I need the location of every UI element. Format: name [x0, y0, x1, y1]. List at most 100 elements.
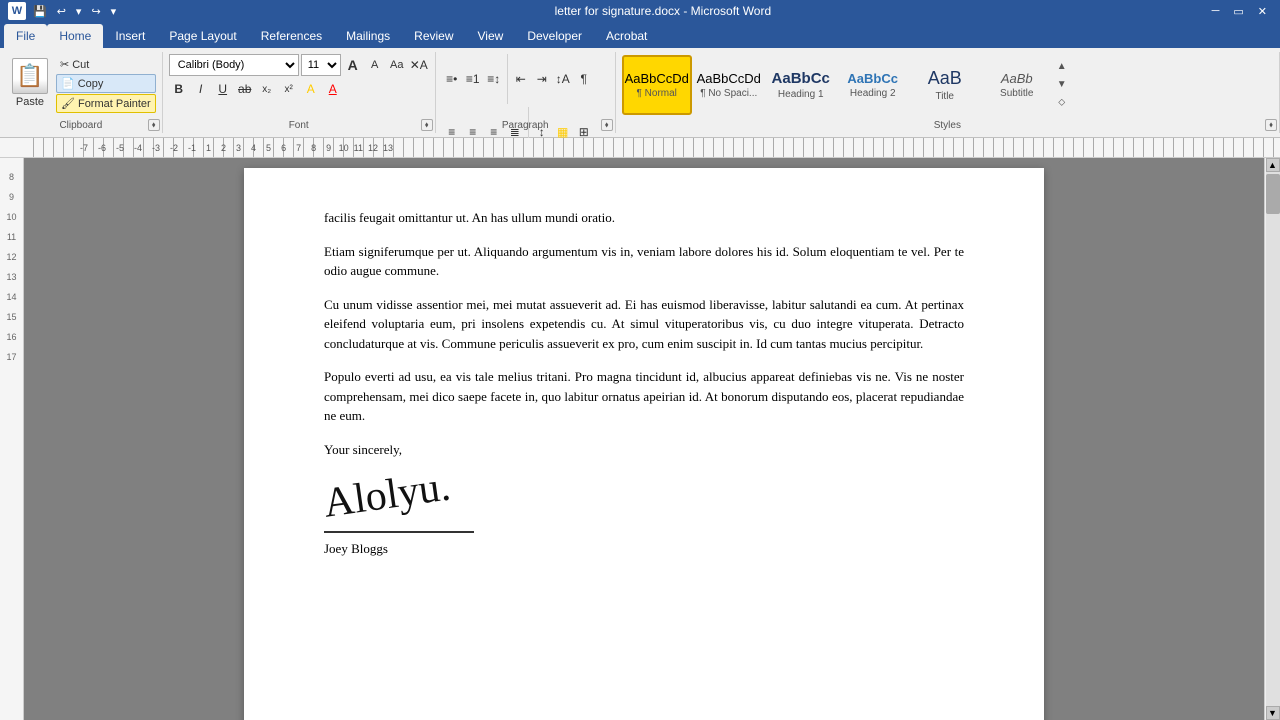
ruler-num-17: 17 — [0, 342, 23, 362]
signature-section: Alolyu. Joey Bloggs — [324, 475, 964, 559]
tab-file[interactable]: File — [4, 24, 47, 48]
ruler-num-16: 16 — [0, 322, 23, 342]
clipboard-group-label: Clipboard — [0, 120, 162, 131]
sort-button[interactable]: ↕A — [553, 69, 573, 89]
font-row-2: B I U ab x₂ x² A A — [169, 79, 429, 99]
ruler-num-10: 10 — [0, 202, 23, 222]
paragraph-1: facilis feugait omittantur ut. An has ul… — [324, 208, 964, 228]
undo-qat-button[interactable]: ↩ — [54, 5, 69, 18]
restore-button[interactable]: ▭ — [1228, 5, 1248, 18]
style-title-preview: AaB — [928, 68, 962, 89]
ribbon: 📋 Paste ✂ Cut 📄 Copy 🖌 Format Painter Cl… — [0, 48, 1280, 138]
paste-button[interactable]: 📋 Paste — [6, 54, 54, 115]
redo-qat-button[interactable]: ↪ — [88, 5, 103, 18]
minimize-button[interactable]: ─ — [1207, 5, 1225, 18]
vertical-ruler: 8 9 10 11 12 13 14 15 16 17 — [0, 158, 24, 720]
paste-label: Paste — [16, 96, 44, 108]
style-normal[interactable]: AaBbCcDd ¶ Normal — [622, 55, 692, 115]
style-no-spacing-preview: AaBbCcDd — [697, 71, 761, 86]
styles-scroll: ▲ ▼ ⬦ — [1054, 56, 1070, 114]
italic-button[interactable]: I — [191, 79, 211, 99]
signature-image: Alolyu. — [321, 466, 453, 525]
strikethrough-button[interactable]: ab — [235, 79, 255, 99]
paragraph-closing: Your sincerely, — [324, 440, 964, 460]
tab-page-layout[interactable]: Page Layout — [157, 24, 248, 48]
font-expand-button[interactable]: ⬧ — [421, 119, 433, 131]
change-case-button[interactable]: Aa — [387, 55, 407, 75]
paste-icon: 📋 — [12, 58, 48, 94]
save-qat-button[interactable]: 💾 — [30, 5, 50, 18]
paragraph-2: Etiam signiferumque per ut. Aliquando ar… — [324, 242, 964, 281]
style-heading1[interactable]: AaBbCc Heading 1 — [766, 55, 836, 115]
para-divider-1 — [507, 54, 508, 104]
decrease-indent-button[interactable]: ⇤ — [511, 69, 531, 89]
bullets-button[interactable]: ≡• — [442, 69, 462, 89]
tab-home[interactable]: Home — [47, 24, 103, 48]
numbering-button[interactable]: ≡1 — [463, 69, 483, 89]
tab-mailings[interactable]: Mailings — [334, 24, 402, 48]
style-heading2[interactable]: AaBbCc Heading 2 — [838, 55, 908, 115]
ruler-num-12: 12 — [0, 242, 23, 262]
styles-scroll-down-button[interactable]: ▼ — [1055, 76, 1069, 94]
signature-name: Joey Bloggs — [324, 539, 964, 559]
scroll-down-button[interactable]: ▼ — [1266, 706, 1280, 720]
font-family-select[interactable]: Calibri (Body) — [169, 54, 299, 76]
multilevel-list-button[interactable]: ≡↕ — [484, 69, 504, 89]
undo-dropdown-button[interactable]: ▾ — [73, 5, 85, 18]
style-normal-preview: AaBbCcDd — [625, 71, 689, 86]
font-color-button[interactable]: A — [323, 79, 343, 99]
show-formatting-button[interactable]: ¶ — [574, 69, 594, 89]
ruler-num-11: 11 — [0, 222, 23, 242]
styles-more-button[interactable]: ⬦ — [1055, 94, 1069, 112]
customize-qat-button[interactable]: ▾ — [108, 5, 120, 18]
scroll-up-button[interactable]: ▲ — [1266, 158, 1280, 172]
style-no-spacing[interactable]: AaBbCcDd ¶ No Spaci... — [694, 55, 764, 115]
clipboard-expand-button[interactable]: ⬧ — [148, 119, 160, 131]
tab-developer[interactable]: Developer — [515, 24, 594, 48]
copy-button[interactable]: 📄 Copy — [56, 74, 156, 93]
cut-button[interactable]: ✂ Cut — [56, 56, 156, 73]
bold-button[interactable]: B — [169, 79, 189, 99]
styles-scroll-up-button[interactable]: ▲ — [1055, 58, 1069, 76]
underline-button[interactable]: U — [213, 79, 233, 99]
paragraph-expand-button[interactable]: ⬧ — [601, 119, 613, 131]
style-no-spacing-label: ¶ No Spaci... — [700, 88, 757, 99]
tab-references[interactable]: References — [249, 24, 334, 48]
ruler-num-15: 15 — [0, 302, 23, 322]
clipboard-group: 📋 Paste ✂ Cut 📄 Copy 🖌 Format Painter Cl… — [0, 52, 163, 133]
grow-font-button[interactable]: A — [343, 55, 363, 75]
para-row-1: ≡• ≡1 ≡↕ ⇤ ⇥ ↕A ¶ — [442, 54, 594, 104]
ruler-numbers: -7 -6 -5 -4 -3 -2 -1 1 2 3 4 5 6 7 8 9 1… — [80, 143, 393, 153]
styles-expand-button[interactable]: ⬧ — [1265, 119, 1277, 131]
tab-insert[interactable]: Insert — [103, 24, 157, 48]
paragraph-4: Populo everti ad usu, ea vis tale melius… — [324, 367, 964, 426]
tab-view[interactable]: View — [466, 24, 516, 48]
font-row-1: Calibri (Body) 11 A A Aa ✕A — [169, 54, 429, 76]
subscript-button[interactable]: x₂ — [257, 79, 277, 99]
document-area: facilis feugait omittantur ut. An has ul… — [24, 158, 1264, 720]
tab-acrobat[interactable]: Acrobat — [594, 24, 659, 48]
format-painter-icon: 🖌 — [61, 97, 75, 110]
signature-line — [324, 531, 474, 533]
tab-review[interactable]: Review — [402, 24, 465, 48]
increase-indent-button[interactable]: ⇥ — [532, 69, 552, 89]
vertical-scrollbar[interactable]: ▲ ▼ — [1264, 158, 1280, 720]
ruler-num-13: 13 — [0, 262, 23, 282]
document[interactable]: facilis feugait omittantur ut. An has ul… — [244, 168, 1044, 720]
format-painter-button[interactable]: 🖌 Format Painter — [56, 94, 156, 113]
superscript-button[interactable]: x² — [279, 79, 299, 99]
font-size-select[interactable]: 11 — [301, 54, 341, 76]
style-subtitle-preview: AaBb — [1001, 71, 1033, 86]
scroll-track — [1266, 172, 1280, 706]
style-subtitle[interactable]: AaBb Subtitle — [982, 55, 1052, 115]
text-highlight-button[interactable]: A — [301, 79, 321, 99]
scroll-thumb[interactable] — [1266, 174, 1280, 214]
style-heading2-label: Heading 2 — [850, 88, 896, 99]
main-area: 8 9 10 11 12 13 14 15 16 17 facilis feug… — [0, 158, 1280, 720]
close-button[interactable]: ✕ — [1253, 5, 1272, 18]
clear-format-button[interactable]: ✕A — [409, 55, 429, 75]
paragraph-group: ≡• ≡1 ≡↕ ⇤ ⇥ ↕A ¶ ≡ ≡ ≡ ≣ ↕ ▦ — [436, 52, 616, 133]
shrink-font-button[interactable]: A — [365, 55, 385, 75]
styles-group-label: Styles — [616, 120, 1279, 131]
style-title[interactable]: AaB Title — [910, 55, 980, 115]
